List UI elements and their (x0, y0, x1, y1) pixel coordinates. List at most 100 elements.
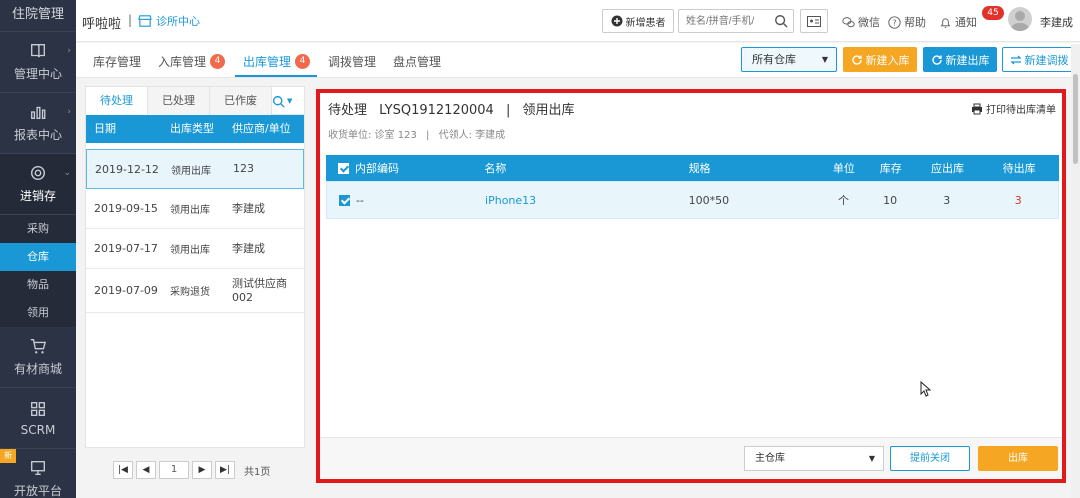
notify-label: 通知 (955, 16, 977, 29)
sidebar-subitem-warehouse[interactable]: 仓库 (0, 243, 76, 271)
item-name-link[interactable]: iPhone13 (485, 194, 689, 207)
page-scrollbar[interactable] (1071, 44, 1080, 498)
help-link[interactable]: ? 帮助 (888, 14, 926, 30)
notify-link[interactable]: 通知 (939, 14, 977, 30)
sidebar-subitem-requisition[interactable]: 领用 (0, 299, 76, 327)
table-row[interactable]: -- iPhone13 100*50 个 10 3 3 (326, 181, 1059, 219)
list-item[interactable]: 2019-12-12 领用出库 123 (86, 149, 304, 189)
clinic-link[interactable]: 诊所中心 (138, 13, 200, 29)
page-number-input[interactable]: 1 (159, 461, 189, 479)
close-early-button[interactable]: 提前关闭 (890, 446, 970, 471)
item-spec: 100*50 (688, 193, 730, 207)
id-card-button[interactable] (800, 9, 828, 33)
list-item[interactable]: 2019-07-09 采购退货 测试供应商002 (86, 269, 304, 313)
wechat-link[interactable]: 微信 (842, 14, 880, 30)
order-type: 领用出库 (170, 205, 210, 216)
sidebar-brand[interactable]: 住院管理 (0, 0, 76, 32)
printer-icon (972, 103, 982, 114)
item-due-quantity: 3 (943, 193, 951, 207)
outbound-items-table: 内部编码 名称 规格 单位 库存 应出库 待出库 -- iPhone13 100… (326, 155, 1059, 219)
avatar[interactable] (1008, 7, 1032, 31)
new-badge: 新 (0, 449, 16, 463)
chevron-right-icon: › (67, 46, 71, 56)
title-separator: | (505, 103, 511, 118)
grid-icon (31, 401, 45, 416)
sidebar-item-inventory[interactable]: ⌄ 进销存 (0, 154, 76, 215)
column-header: 规格 (688, 162, 711, 175)
new-outbound-button[interactable]: 新建出库 (923, 47, 997, 72)
tab-processed[interactable]: 已处理 (148, 87, 210, 115)
table-header-row: 内部编码 名称 规格 单位 库存 应出库 待出库 (326, 155, 1059, 181)
top-header: 呼啦啦 | 诊所中心 新增患者 微信 ? 帮助 通知 45 (76, 0, 1080, 42)
add-patient-label: 新增患者 (625, 17, 666, 29)
prev-page-button[interactable]: ◀ (136, 461, 156, 479)
tab-pending[interactable]: 待处理 (86, 87, 148, 115)
print-pending-list-button[interactable]: 打印待出库清单 (971, 101, 1056, 116)
sidebar-item-reports[interactable]: › 报表中心 (0, 93, 76, 154)
first-page-button[interactable]: |◀ (113, 461, 133, 479)
user-icon (1010, 11, 1030, 31)
app-root: 住院管理 › 管理中心 › 报表中心 ⌄ 进销存 采购 仓库 物品 领用 有材商… (0, 0, 1080, 498)
column-header: 内部编码 (354, 162, 399, 175)
order-list-panel: 待处理 已处理 已作废 ▼ 日期 出库类型 供应商/单位 2019-12-12 … (85, 86, 305, 448)
info-separator: | (426, 130, 430, 141)
tab-transfer-management[interactable]: 调拨管理 (328, 53, 376, 70)
scrollbar-thumb[interactable] (1073, 74, 1078, 164)
plus-circle-icon (611, 15, 622, 27)
sidebar-item-open-platform[interactable]: 新 开放平台 (0, 449, 76, 498)
column-header: 单位 (832, 162, 855, 175)
user-name[interactable]: 李建成 (1040, 14, 1073, 30)
sidebar-item-mall[interactable]: 有材商城 (0, 327, 76, 388)
bell-icon (940, 17, 951, 28)
tab-voided[interactable]: 已作废 (210, 87, 272, 115)
caret-down-icon: ▼ (868, 454, 875, 463)
count-badge: 4 (295, 54, 311, 69)
chevron-down-icon: ⌄ (63, 168, 71, 178)
list-item[interactable]: 2019-09-15 领用出库 李建成 (86, 189, 304, 229)
new-transfer-label: 新建调拨 (1024, 53, 1069, 67)
source-warehouse-select[interactable]: 主仓库 ▼ (744, 446, 884, 471)
tab-stocktake-management[interactable]: 盘点管理 (393, 53, 441, 70)
sidebar-item-label: 开放平台 (13, 484, 62, 498)
last-page-button[interactable]: ▶| (215, 461, 235, 479)
search-input[interactable] (679, 10, 767, 32)
select-all-checkbox[interactable] (338, 162, 349, 174)
add-patient-button[interactable]: 新增患者 (602, 9, 674, 33)
column-header: 库存 (879, 162, 902, 175)
sidebar-item-management[interactable]: › 管理中心 (0, 32, 76, 93)
order-status: 待处理 (328, 103, 368, 118)
column-header: 日期 (94, 122, 116, 135)
column-header: 供应商/单位 (232, 122, 291, 135)
store-icon (138, 15, 152, 27)
tab-outbound-management[interactable]: 出库管理 4 (243, 53, 311, 70)
tab-inbound-management[interactable]: 入库管理 4 (158, 53, 226, 70)
sidebar-item-scrm[interactable]: SCRM (0, 388, 76, 449)
caret-down-icon: ▼ (821, 55, 828, 64)
chevron-right-icon: › (67, 107, 71, 117)
wechat-label: 微信 (858, 16, 880, 29)
order-type: 领用出库 (522, 103, 575, 118)
book-icon (31, 44, 45, 58)
filter-search-button[interactable]: ▼ (272, 92, 300, 110)
tab-label: 出库管理 (243, 55, 292, 69)
new-inbound-button[interactable]: 新建入库 (843, 47, 917, 72)
search-icon[interactable] (774, 14, 788, 28)
confirm-outbound-button[interactable]: 出库 (978, 446, 1058, 471)
search-icon (272, 95, 285, 108)
list-item[interactable]: 2019-07-17 领用出库 李建成 (86, 229, 304, 269)
tab-stock-management[interactable]: 库存管理 (93, 53, 141, 70)
warehouse-select[interactable]: 所有仓库 ▼ (741, 47, 837, 72)
sidebar-subitem-purchase[interactable]: 采购 (0, 215, 76, 243)
row-checkbox[interactable] (339, 194, 350, 206)
sidebar: 住院管理 › 管理中心 › 报表中心 ⌄ 进销存 采购 仓库 物品 领用 有材商… (0, 0, 76, 498)
order-type: 领用出库 (171, 165, 211, 177)
order-type: 领用出库 (170, 245, 210, 256)
receiver-unit: 收货单位: 诊室 123 (328, 130, 417, 141)
next-page-button[interactable]: ▶ (192, 461, 212, 479)
new-transfer-button[interactable]: 新建调拨 (1002, 47, 1076, 72)
settings-wheel-icon (30, 165, 46, 181)
tab-label: 入库管理 (158, 55, 207, 69)
sidebar-subitem-goods[interactable]: 物品 (0, 271, 76, 299)
column-header: 应出库 (930, 162, 964, 175)
id-card-icon (807, 15, 821, 27)
